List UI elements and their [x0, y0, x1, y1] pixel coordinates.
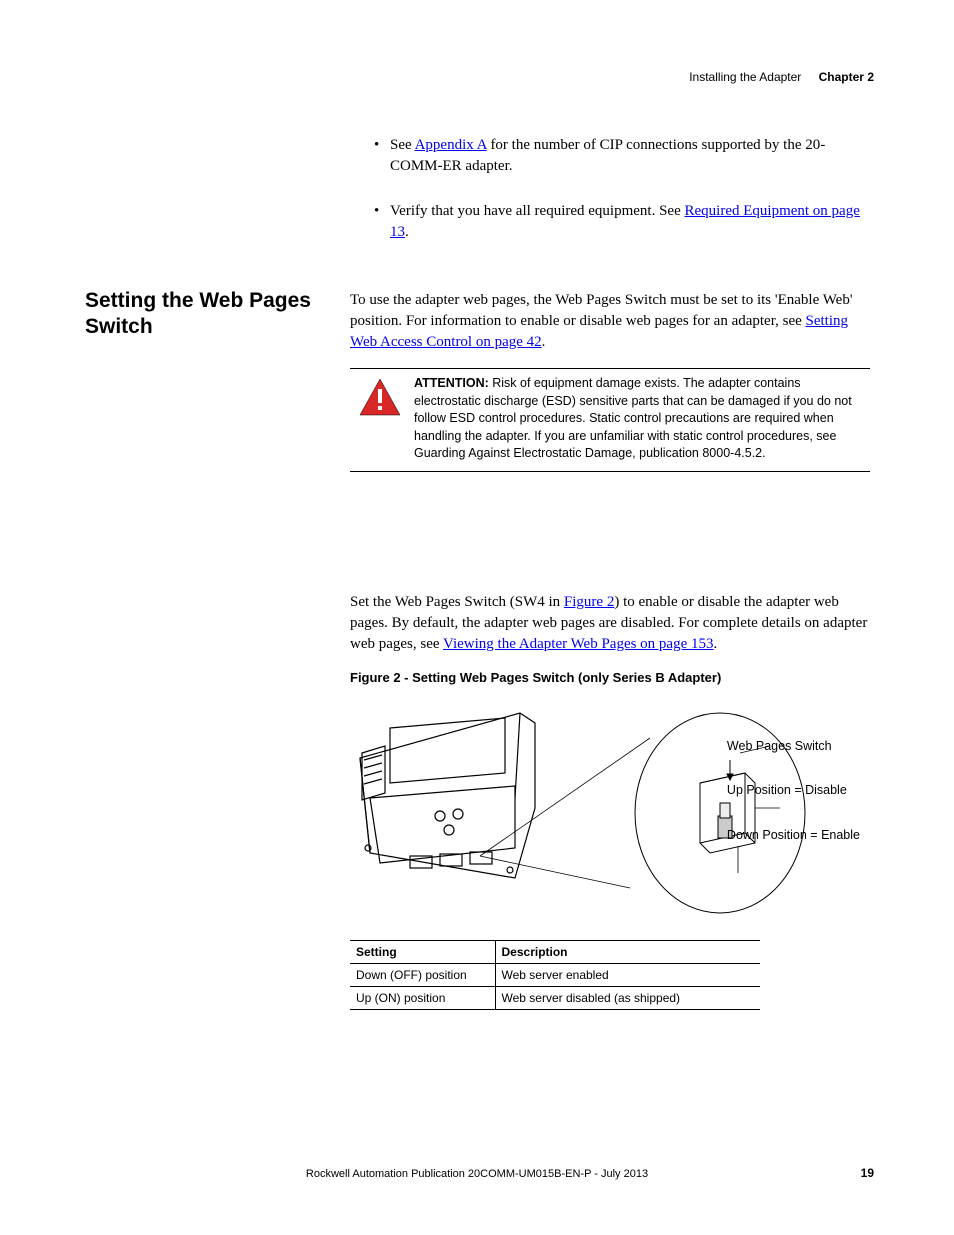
attention-text: ATTENTION: Risk of equipment damage exis…: [410, 375, 870, 463]
mid-paragraph: Set the Web Pages Switch (SW4 in Figure …: [350, 592, 870, 655]
table-cell: Down (OFF) position: [350, 964, 495, 987]
mid-text-1: Set the Web Pages Switch (SW4 in: [350, 594, 564, 610]
figure-area: Web Pages Switch Up Position = Disable D…: [350, 698, 870, 924]
table-cell: Up (ON) position: [350, 987, 495, 1010]
section-heading: Setting the Web Pages Switch: [85, 288, 315, 341]
header-chapter: Chapter 2: [819, 70, 874, 84]
viewing-pages-link[interactable]: Viewing the Adapter Web Pages on page 15…: [443, 636, 713, 652]
settings-table: Setting Description Down (OFF) position …: [350, 940, 760, 1010]
intro-paragraph: To use the adapter web pages, the Web Pa…: [350, 290, 870, 353]
page-number: 19: [861, 1166, 874, 1180]
attention-label: ATTENTION:: [414, 376, 489, 390]
table-header-row: Setting Description: [350, 941, 760, 964]
bullet-text-prefix: Verify that you have all required equipm…: [390, 203, 685, 219]
figure-caption: Figure 2 - Setting Web Pages Switch (onl…: [350, 670, 870, 685]
fig-label-down: Down Position = Enable: [727, 827, 860, 843]
bullet-text-suffix: .: [405, 224, 409, 240]
page-header: Installing the Adapter Chapter 2: [689, 70, 874, 84]
mid-text-3: .: [714, 636, 718, 652]
bullet-content: See Appendix A for the number of CIP con…: [350, 135, 870, 267]
bullet-item: Verify that you have all required equipm…: [350, 201, 870, 243]
fig-label-title: Web Pages Switch: [727, 738, 860, 754]
table-header-setting: Setting: [350, 941, 495, 964]
table-cell: Web server disabled (as shipped): [495, 987, 760, 1010]
table-row: Up (ON) position Web server disabled (as…: [350, 987, 760, 1010]
figure-2-link[interactable]: Figure 2: [564, 594, 614, 610]
fig-label-up: Up Position = Disable: [727, 782, 860, 798]
header-section: Installing the Adapter: [689, 70, 801, 84]
bullet-text-prefix: See: [390, 137, 415, 153]
bullet-list: See Appendix A for the number of CIP con…: [350, 135, 870, 243]
table-cell: Web server enabled: [495, 964, 760, 987]
intro-text-1: To use the adapter web pages, the Web Pa…: [350, 292, 853, 329]
appendix-link[interactable]: Appendix A: [415, 137, 487, 153]
figure-labels: Web Pages Switch Up Position = Disable D…: [727, 738, 860, 871]
table-header-description: Description: [495, 941, 760, 964]
attention-box: ATTENTION: Risk of equipment damage exis…: [350, 368, 870, 472]
table-row: Down (OFF) position Web server enabled: [350, 964, 760, 987]
attention-icon: [350, 375, 410, 463]
intro-text-2: .: [542, 334, 546, 350]
footer-text: Rockwell Automation Publication 20COMM-U…: [0, 1168, 954, 1180]
bullet-item: See Appendix A for the number of CIP con…: [350, 135, 870, 177]
